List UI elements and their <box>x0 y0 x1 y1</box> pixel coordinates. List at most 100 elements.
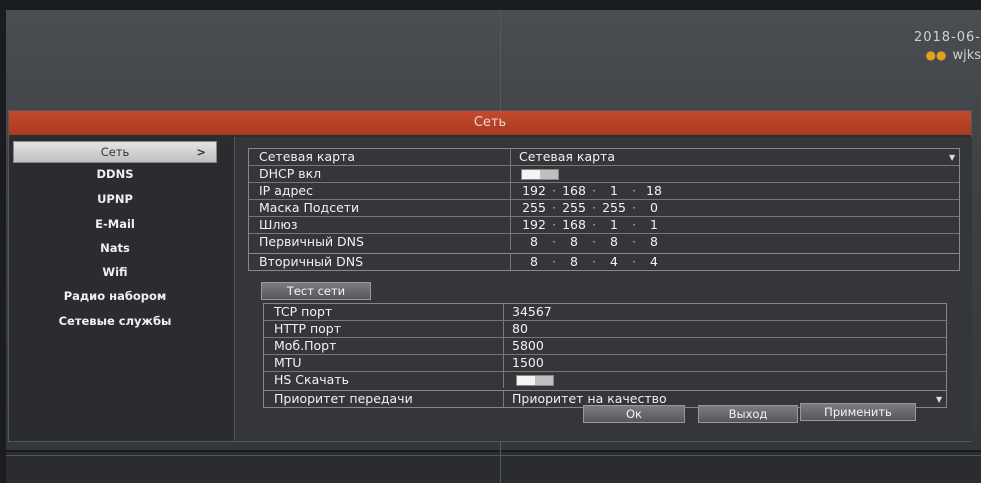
ip-octet[interactable]: 255 <box>559 200 589 216</box>
http-port-input[interactable]: 80 <box>504 321 942 337</box>
ip-octet[interactable]: 8 <box>559 234 589 250</box>
ports-table: TCP порт 34567 HTTP порт 80 Моб.Порт 580… <box>263 303 947 391</box>
mobile-port-input[interactable]: 5800 <box>504 338 942 354</box>
ip-address-field[interactable]: 192 · 168 · 1 · 18 <box>511 183 959 199</box>
mtu-row: MTU 1500 <box>264 355 946 372</box>
dhcp-label: DHCP вкл <box>249 166 511 182</box>
subnet-mask-label: Маска Подсети <box>249 200 511 216</box>
user-name: wjks <box>952 48 981 63</box>
dhcp-checkbox[interactable] <box>521 169 559 180</box>
settings-sidebar: Сеть > DDNS UPNP E-Mail Nats Wifi Радио … <box>9 137 234 441</box>
ip-octet[interactable]: 18 <box>639 183 669 199</box>
mobile-port-label: Моб.Порт <box>264 338 504 354</box>
gateway-label: Шлюз <box>249 217 511 233</box>
screen-bottom-area <box>6 452 981 483</box>
ip-dot: · <box>592 200 596 215</box>
gateway-row: Шлюз 192 · 168 · 1 · 1 <box>249 217 959 234</box>
sidebar-item-wifi[interactable]: Wifi <box>9 262 221 282</box>
network-test-button[interactable]: Тест сети <box>261 282 371 300</box>
ip-address-label: IP адрес <box>249 183 511 199</box>
dropdown-arrow-icon[interactable]: ▼ <box>936 395 942 404</box>
ip-octet[interactable]: 8 <box>519 254 549 270</box>
ip-octet[interactable]: 1 <box>599 183 629 199</box>
exit-button[interactable]: Выход <box>698 405 798 423</box>
ip-dot: · <box>552 217 556 232</box>
ip-octet[interactable]: 8 <box>519 234 549 250</box>
network-settings-panel: Сетевая карта Сетевая карта ▼ DHCP вкл I… <box>234 137 972 441</box>
hs-download-checkbox[interactable] <box>516 375 554 386</box>
hs-download-row: HS Скачать <box>264 372 946 388</box>
ip-octet[interactable]: 192 <box>519 217 549 233</box>
ip-octet[interactable]: 1 <box>599 217 629 233</box>
sidebar-item-dialup[interactable]: Радио набором <box>9 286 221 306</box>
ip-dot: · <box>632 217 636 232</box>
ip-dot: · <box>552 200 556 215</box>
primary-dns-field[interactable]: 8 · 8 · 8 · 8 <box>511 234 959 250</box>
tcp-port-label: TCP порт <box>264 304 504 320</box>
secondary-dns-row: Вторичный DNS 8 · 8 · 4 · 4 <box>249 254 959 270</box>
network-card-label: Сетевая карта <box>249 149 511 165</box>
priority-label: Приоритет передачи <box>264 391 504 407</box>
sidebar-item-label: Сеть <box>100 145 130 159</box>
user-indicator: ●● wjks <box>926 48 981 63</box>
ip-octet[interactable]: 255 <box>519 200 549 216</box>
ip-address-row: IP адрес 192 · 168 · 1 · 18 <box>249 183 959 200</box>
ip-octet[interactable]: 8 <box>599 234 629 250</box>
dhcp-row: DHCP вкл <box>249 166 959 183</box>
ip-octet[interactable]: 0 <box>639 200 669 216</box>
users-icon: ●● <box>925 48 947 62</box>
primary-dns-label: Первичный DNS <box>249 234 511 250</box>
sidebar-item-ddns[interactable]: DDNS <box>9 164 221 184</box>
ip-dot: · <box>632 234 636 249</box>
ip-dot: · <box>632 254 636 269</box>
network-settings-dialog: Сеть Сеть > DDNS UPNP E-Mail Nats Wifi Р… <box>8 110 972 442</box>
ip-dot: · <box>632 200 636 215</box>
network-config-table: Сетевая карта Сетевая карта ▼ DHCP вкл I… <box>248 148 960 254</box>
subnet-mask-field[interactable]: 255 · 255 · 255 · 0 <box>511 200 959 216</box>
mobile-port-row: Моб.Порт 5800 <box>264 338 946 355</box>
mtu-label: MTU <box>264 355 504 371</box>
ip-octet[interactable]: 8 <box>639 234 669 250</box>
ip-dot: · <box>552 254 556 269</box>
ip-dot: · <box>632 183 636 198</box>
ip-octet[interactable]: 4 <box>599 254 629 270</box>
ip-octet[interactable]: 255 <box>599 200 629 216</box>
ip-dot: · <box>592 183 596 198</box>
ip-octet[interactable]: 192 <box>519 183 549 199</box>
gateway-field[interactable]: 192 · 168 · 1 · 1 <box>511 217 959 233</box>
ip-octet[interactable]: 168 <box>559 183 589 199</box>
ip-octet[interactable]: 1 <box>639 217 669 233</box>
http-port-row: HTTP порт 80 <box>264 321 946 338</box>
ip-octet[interactable]: 168 <box>559 217 589 233</box>
datetime-display: 2018-06- <box>913 30 981 45</box>
ip-dot: · <box>552 183 556 198</box>
network-card-row: Сетевая карта Сетевая карта ▼ <box>249 149 959 166</box>
sidebar-item-network[interactable]: Сеть > <box>13 141 217 163</box>
tcp-port-row: TCP порт 34567 <box>264 304 946 321</box>
ip-dot: · <box>552 234 556 249</box>
camera-grid-divider-horizontal <box>6 455 981 456</box>
ip-octet[interactable]: 4 <box>639 254 669 270</box>
sidebar-item-net-services[interactable]: Сетевые службы <box>9 311 221 331</box>
secondary-dns-label: Вторичный DNS <box>249 254 511 270</box>
http-port-label: HTTP порт <box>264 321 504 337</box>
tcp-port-input[interactable]: 34567 <box>504 304 942 320</box>
camera-grid-divider <box>500 10 501 110</box>
apply-button[interactable]: Применить <box>800 403 916 421</box>
dropdown-arrow-icon[interactable]: ▼ <box>949 153 955 162</box>
ok-button[interactable]: Ок <box>583 405 685 423</box>
mtu-input[interactable]: 1500 <box>504 355 942 371</box>
secondary-dns-field[interactable]: 8 · 8 · 4 · 4 <box>511 254 959 270</box>
sidebar-item-upnp[interactable]: UPNP <box>9 189 221 209</box>
network-card-select[interactable]: Сетевая карта <box>511 149 959 165</box>
dialog-title: Сеть <box>9 111 971 135</box>
sidebar-item-email[interactable]: E-Mail <box>9 214 221 234</box>
primary-dns-row: Первичный DNS 8 · 8 · 8 · 8 <box>249 234 959 250</box>
ip-octet[interactable]: 8 <box>559 254 589 270</box>
ip-dot: · <box>592 217 596 232</box>
secondary-dns-table: Вторичный DNS 8 · 8 · 4 · 4 <box>248 253 960 271</box>
sidebar-item-nats[interactable]: Nats <box>9 238 221 258</box>
subnet-mask-row: Маска Подсети 255 · 255 · 255 · 0 <box>249 200 959 217</box>
chevron-right-icon: > <box>196 145 206 159</box>
ip-dot: · <box>592 254 596 269</box>
